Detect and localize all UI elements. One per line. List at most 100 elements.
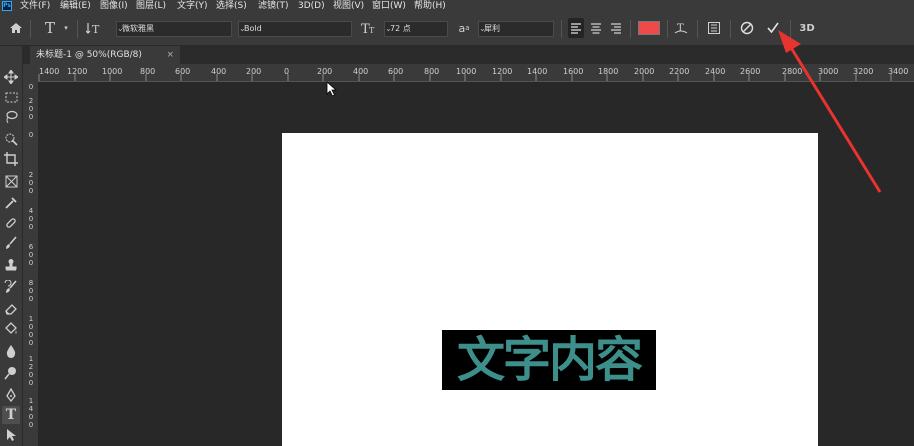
type-tool-preset-icon[interactable]: T (40, 18, 60, 38)
svg-text:T: T (677, 23, 684, 34)
ruler-label: 0 (28, 83, 34, 91)
menu-window[interactable]: 窗口(W) (372, 0, 406, 12)
ruler-label: 1200 (28, 355, 34, 387)
ruler-label: 1400 (527, 67, 548, 76)
ruler-label: 1000 (102, 67, 123, 76)
commit-checkmark-icon[interactable] (764, 18, 782, 38)
ruler-label: 1400 (39, 67, 60, 76)
antialias-icon: aa (455, 18, 473, 38)
ruler-label: 400 (28, 207, 34, 231)
cancel-icon[interactable] (738, 18, 756, 38)
ruler-label: 200 (28, 97, 34, 121)
ruler-label: 200 (246, 67, 262, 76)
text-orientation-icon[interactable]: T (84, 18, 104, 38)
separator (630, 20, 631, 38)
menu-select[interactable]: 选择(S) (216, 0, 247, 12)
menu-file[interactable]: 文件(F) (20, 0, 50, 12)
ruler-label: 3400 (888, 67, 909, 76)
pen-tool-icon[interactable] (2, 386, 20, 404)
document-tab[interactable]: 未标题-1 @ 50%(RGB/8) × (30, 46, 180, 64)
ruler-label: 1400 (28, 397, 34, 429)
options-bar: T ▾ T 微软雅黑 ⌄ Bold ⌄ TT 72 点 ⌄ aa 犀利 ⌄ T (0, 12, 914, 46)
antialias-select[interactable]: 犀利 ⌄ (478, 21, 554, 37)
font-style-select[interactable]: Bold ⌄ (238, 21, 352, 37)
ruler-label: 1000 (456, 67, 477, 76)
font-family-select[interactable]: 微软雅黑 ⌄ (116, 21, 232, 37)
menu-edit[interactable]: 编辑(E) (60, 0, 91, 12)
healing-brush-tool-icon[interactable] (2, 214, 20, 232)
blur-tool-icon[interactable] (2, 342, 20, 360)
ruler-label: 600 (28, 243, 34, 267)
menu-layer[interactable]: 图层(L) (136, 0, 166, 12)
move-tool-icon[interactable] (2, 68, 20, 86)
ruler-label: 600 (388, 67, 404, 76)
brush-tool-icon[interactable] (2, 234, 20, 252)
dodge-tool-icon[interactable] (2, 364, 20, 382)
character-panel-icon[interactable] (705, 18, 723, 38)
photoshop-logo: Ps (2, 1, 12, 11)
svg-text:T: T (369, 26, 375, 35)
ruler-label: 800 (28, 279, 34, 303)
separator (561, 20, 562, 38)
tools-panel: T (0, 46, 23, 446)
home-icon[interactable] (7, 18, 25, 38)
ruler-label: 2600 (740, 67, 761, 76)
eyedropper-tool-icon[interactable] (2, 194, 20, 212)
ruler-label: 2200 (669, 67, 690, 76)
separator (730, 20, 731, 38)
font-size-icon: TT (359, 18, 379, 38)
quick-selection-tool-icon[interactable] (2, 130, 20, 148)
separator (790, 20, 791, 38)
close-icon[interactable]: × (166, 46, 174, 64)
antialias-icon-a: a (458, 21, 466, 35)
vertical-ruler[interactable]: 0 200 0 200 400 600 800 1000 1200 1400 (23, 81, 39, 446)
menu-view[interactable]: 视图(V) (333, 0, 364, 12)
separator (30, 20, 31, 38)
menu-type[interactable]: 文字(Y) (177, 0, 208, 12)
ruler-label: 1200 (492, 67, 513, 76)
paint-bucket-tool-icon[interactable] (2, 320, 20, 338)
mouse-cursor-icon (326, 81, 338, 97)
ruler-corner (23, 64, 38, 81)
menu-bar: Ps 文件(F) 编辑(E) 图像(I) 图层(L) 文字(Y) 选择(S) 滤… (0, 0, 914, 12)
horizontal-ruler[interactable]: 1400 1200 1000 800 600 400 200 0 200 400… (38, 64, 914, 82)
ruler-label: 1600 (563, 67, 584, 76)
menu-image[interactable]: 图像(I) (100, 0, 128, 12)
eraser-tool-icon[interactable] (2, 300, 20, 318)
clone-stamp-tool-icon[interactable] (2, 256, 20, 274)
separator (77, 20, 78, 38)
warp-text-icon[interactable]: T (672, 18, 690, 38)
create-3d-button[interactable]: 3D (797, 18, 817, 38)
text-color-swatch[interactable] (638, 21, 660, 35)
ruler-label: 0 (28, 131, 34, 139)
marquee-tool-icon[interactable] (2, 88, 20, 106)
chevron-down-icon[interactable]: ▾ (62, 18, 70, 38)
document-tab-bar: 未标题-1 @ 50%(RGB/8) × (22, 46, 914, 64)
ruler-label: 800 (140, 67, 156, 76)
menu-3d[interactable]: 3D(D) (298, 0, 325, 12)
ruler-label: 0 (284, 67, 290, 76)
lasso-tool-icon[interactable] (2, 108, 20, 126)
antialias-icon-sub: a (465, 24, 470, 32)
font-style-value: Bold (244, 24, 262, 33)
align-center-icon[interactable] (588, 18, 604, 38)
text-layer-content[interactable]: 文字内容 (442, 330, 656, 390)
align-right-icon[interactable] (608, 18, 624, 38)
align-left-icon[interactable] (568, 18, 584, 38)
font-size-select[interactable]: 72 点 ⌄ (384, 21, 448, 37)
menu-help[interactable]: 帮助(H) (414, 0, 446, 12)
frame-tool-icon[interactable] (2, 172, 20, 190)
crop-tool-icon[interactable] (2, 150, 20, 168)
antialias-value: 犀利 (484, 24, 500, 33)
menu-filter[interactable]: 滤镜(T) (258, 0, 289, 12)
ruler-label: 1000 (28, 315, 34, 347)
history-brush-tool-icon[interactable] (2, 278, 20, 296)
path-selection-tool-icon[interactable] (2, 426, 20, 444)
svg-text:T: T (92, 23, 100, 35)
ruler-label: 800 (424, 67, 440, 76)
type-tool-icon[interactable]: T (2, 406, 20, 424)
document-canvas[interactable] (282, 133, 818, 446)
ruler-label: 1800 (598, 67, 619, 76)
ruler-label: 2400 (705, 67, 726, 76)
ruler-label: 400 (353, 67, 369, 76)
